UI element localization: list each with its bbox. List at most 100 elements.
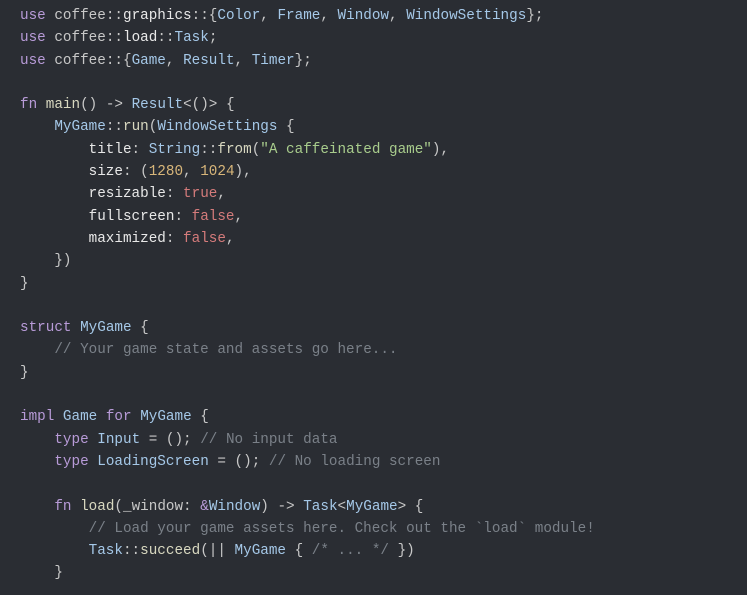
token-attr: title [89,142,132,158]
token-bool: false [192,209,235,225]
token-punct: } [20,276,29,292]
token-type: LoadingScreen [97,454,209,470]
token-str: "A caffeinated game" [260,142,432,158]
token-punct: }; [295,53,312,69]
token-punct: (_window: [114,499,200,515]
token-punct: { [132,320,149,336]
token-punct [97,409,106,425]
token-punct: () -> [80,97,131,113]
token-type: Task [89,543,123,559]
token-punct: { [192,409,209,425]
token-type: Color [217,8,260,24]
token-attr: resizable [89,186,166,202]
token-type: Game [63,409,97,425]
token-punct: :: [106,119,123,135]
token-fn: from [217,142,251,158]
token-punct: ; [209,30,218,46]
token-type: WindowSettings [406,8,526,24]
code-line: fn load(_window: &Window) -> Task<MyGame… [20,496,747,518]
token-num: 1280 [149,164,183,180]
token-punct [54,409,63,425]
token-blank [20,476,29,492]
token-kw: struct [20,320,71,336]
token-type: String [149,142,200,158]
token-ident: load [123,30,157,46]
code-line: struct MyGame { [20,317,747,339]
token-type: Window [209,499,260,515]
code-line: fn main() -> Result<()> { [20,94,747,116]
code-line: resizable: true, [20,183,747,205]
token-punct: > { [398,499,424,515]
token-punct: :: [106,30,123,46]
token-punct [89,432,98,448]
token-type: Frame [277,8,320,24]
token-type: Timer [252,53,295,69]
token-kw: use [20,30,46,46]
code-line: Task::succeed(|| MyGame { /* ... */ }) [20,540,747,562]
token-comment: // No loading screen [269,454,441,470]
token-kw: impl [20,409,54,425]
token-blank [20,298,29,314]
code-line: // Load your game assets here. Check out… [20,518,747,540]
token-type: Result [183,53,234,69]
code-line: use coffee::load::Task; [20,27,747,49]
token-punct: ::{ [192,8,218,24]
token-punct: , [226,231,235,247]
token-punct: { [286,543,312,559]
token-punct: }; [526,8,543,24]
code-line [20,295,747,317]
code-line: } [20,273,747,295]
token-punct: } [20,365,29,381]
code-line: size: (1280, 1024), [20,161,747,183]
code-line: MyGame::run(WindowSettings { [20,116,747,138]
token-type: Result [132,97,183,113]
token-punct: <()> { [183,97,234,113]
token-type: MyGame [80,320,131,336]
token-punct: ::{ [106,53,132,69]
token-punct: ), [235,164,252,180]
token-comment: // No input data [200,432,337,448]
token-fn: run [123,119,149,135]
token-fn: succeed [140,543,200,559]
code-line: maximized: false, [20,228,747,250]
token-punct: :: [123,543,140,559]
token-punct: : [174,209,191,225]
token-punct [71,320,80,336]
token-punct: ), [432,142,449,158]
token-comment: // Your game state and assets go here... [54,342,397,358]
code-line: } [20,362,747,384]
code-line: // Your game state and assets go here... [20,339,747,361]
token-attr: maximized [89,231,166,247]
token-punct: coffee [46,53,106,69]
token-punct [20,186,89,202]
code-line: type Input = (); // No input data [20,429,747,451]
token-punct [89,454,98,470]
token-kw: type [54,432,88,448]
token-punct: (|| [200,543,234,559]
token-blank [20,75,29,91]
token-type: MyGame [140,409,191,425]
token-punct [20,521,89,537]
token-kw: fn [54,499,71,515]
token-punct: = (); [140,432,200,448]
code-line: fullscreen: false, [20,206,747,228]
token-punct [37,97,46,113]
token-punct: { [277,119,294,135]
token-punct: , [260,8,277,24]
token-punct [20,342,54,358]
token-punct [20,543,89,559]
token-punct: , [320,8,337,24]
token-punct: coffee [46,30,106,46]
token-bool: true [183,186,217,202]
token-punct [20,231,89,247]
token-punct: : ( [123,164,149,180]
token-comment: /* ... */ [312,543,389,559]
token-punct [20,454,54,470]
token-punct: }) [389,543,415,559]
code-line: }) [20,250,747,272]
token-punct: : [166,231,183,247]
token-type: Game [132,53,166,69]
code-line: impl Game for MyGame { [20,406,747,428]
token-type: Input [97,432,140,448]
token-kw: type [54,454,88,470]
